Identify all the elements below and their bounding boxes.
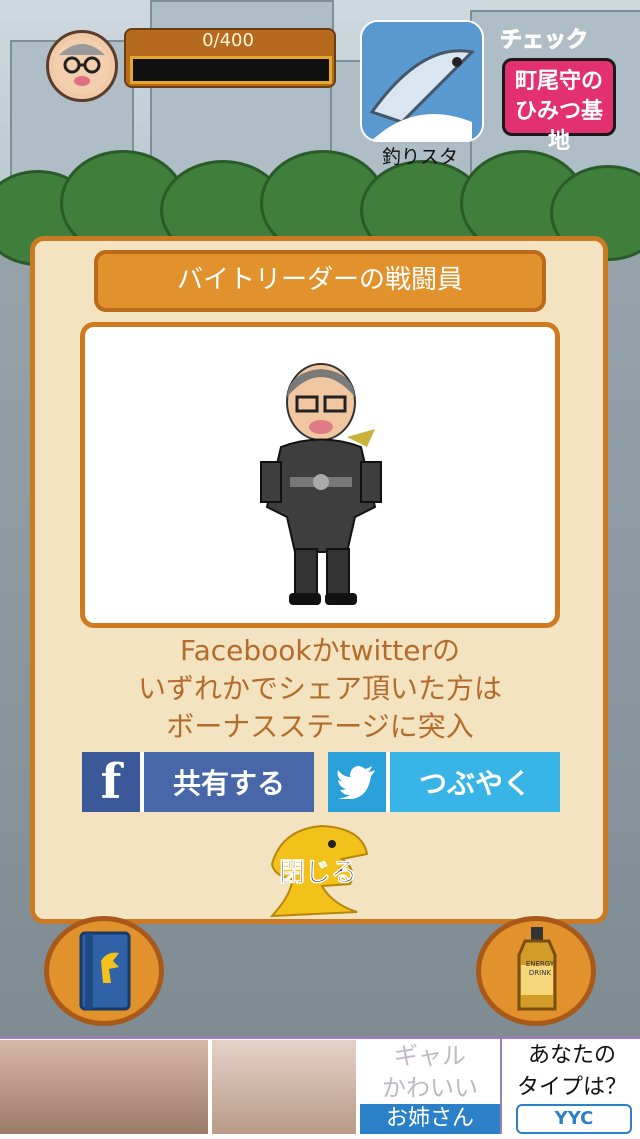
fishing-app-label[interactable]: 釣りスタ [360,142,480,169]
promo-check-label[interactable]: チェック [499,22,588,54]
ad-divider [500,1038,502,1134]
close-label[interactable]: 閉じる [268,852,368,889]
facebook-icon: f [82,752,140,812]
combatant-character-image [260,363,382,605]
facebook-share-button[interactable]: f 共有する [82,752,314,812]
dialog-title: バイトリーダーの戦闘員 [94,250,546,312]
fishing-app-icon[interactable] [360,20,484,142]
facebook-share-label: 共有する [140,752,314,812]
ad-word: ギャル [394,1042,466,1070]
secret-base-banner[interactable]: 町尾守の ひみつ基地 [502,58,616,154]
share-message-line: ボーナスステージに突入 [166,710,474,743]
share-message-line: いずれかでシェア頂いた方は [137,672,502,705]
ad-text[interactable]: ギャル かわいい [360,1040,500,1104]
progress-label: 0/400 [202,30,254,51]
twitter-tweet-button[interactable]: つぶやく [328,752,560,812]
player-avatar [46,30,118,102]
twitter-tweet-label: つぶやく [386,752,560,812]
ad-photo-right[interactable] [212,1040,356,1134]
ad-photo-left[interactable] [0,1040,208,1134]
ad-word: かわいい [382,1074,478,1102]
progress-bar [130,56,332,84]
drink-label: ENERGY DRINK [525,960,555,977]
share-message: Facebookかtwitterの いずれかでシェア頂いた方は ボーナスステージ… [60,632,580,746]
collection-book-button[interactable] [44,916,164,1026]
promo-line1: 町尾守の [514,69,603,94]
book-icon [79,931,131,1011]
character-frame [80,322,560,628]
ad-highlight[interactable]: お姉さん [360,1104,500,1134]
ad-question[interactable]: あなたの タイプは？ [504,1040,640,1104]
ad-question-line: タイプは？ [516,1075,627,1100]
share-message-line: Facebookかtwitterの [180,634,460,667]
twitter-bird-icon [328,752,386,812]
promo-line2: ひみつ基地 [514,99,603,154]
ad-question-line: あなたの [527,1043,616,1068]
yyc-logo[interactable]: YYC [516,1104,632,1134]
